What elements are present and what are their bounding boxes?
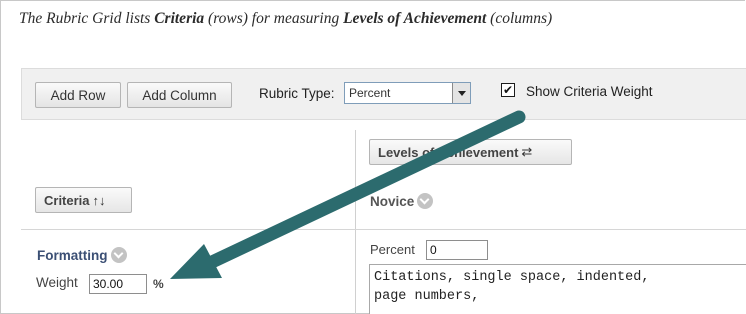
arrow-shaft [205,110,526,269]
annotation-arrow [170,110,526,279]
